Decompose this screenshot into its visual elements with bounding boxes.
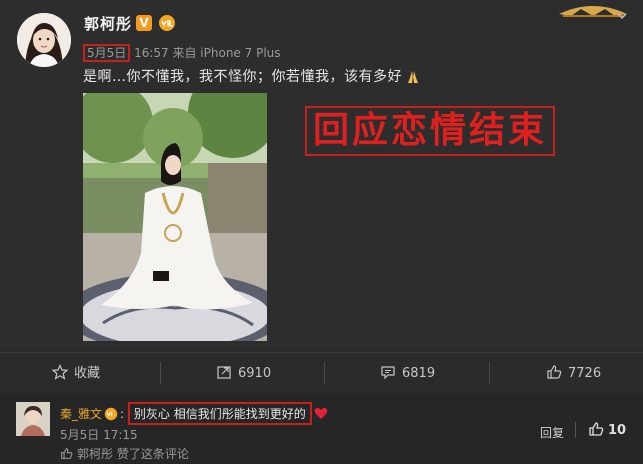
post-meta: 5月5日 16:57 来自 iPhone 7 Plus xyxy=(83,44,281,62)
reply-button[interactable]: 回复 xyxy=(540,424,564,441)
comment-like-button[interactable]: 10 xyxy=(588,421,626,438)
heart-icon xyxy=(314,408,328,419)
comment-username[interactable]: 秦_雅文 xyxy=(60,407,102,421)
comment-icon xyxy=(381,366,395,380)
divider xyxy=(489,362,490,384)
comment-avatar[interactable] xyxy=(16,402,50,436)
vip-badge-icon xyxy=(159,15,175,31)
divider xyxy=(324,362,325,384)
divider xyxy=(160,362,161,384)
comment-item: 秦_雅文: 别灰心 相信我们彤能找到更好的 5月5日 17:15 郭柯彤 赞了这… xyxy=(0,393,643,464)
favorite-label: 收藏 xyxy=(74,366,101,381)
comment-like-count: 10 xyxy=(608,423,627,438)
chevron-down-icon[interactable] xyxy=(617,11,627,21)
post-date[interactable]: 5月5日 xyxy=(83,44,131,62)
repost-count: 6910 xyxy=(238,366,272,381)
star-icon xyxy=(51,364,69,380)
post-text-content: 是啊…你不懂我，我不怪你；你若懂我，该有多好 xyxy=(83,69,402,85)
post-text: 是啊…你不懂我，我不怪你；你若懂我，该有多好 xyxy=(83,66,421,86)
pray-hands-icon xyxy=(408,71,418,83)
action-bar: 收藏 6910 6819 7726 xyxy=(0,352,643,394)
comment-liked-by: 郭柯彤 赞了这条评论 xyxy=(60,445,189,462)
comment-line: 秦_雅文: 别灰心 相信我们彤能找到更好的 xyxy=(60,402,328,425)
weibo-post: 郭柯彤 V 5月5日 16:57 来自 iPhone 7 Plus 是啊…你不懂… xyxy=(0,0,643,349)
post-photo[interactable] xyxy=(83,93,267,341)
overlay-caption: 回应恋情结束 xyxy=(305,106,556,156)
repost-icon xyxy=(217,366,231,379)
comment-count: 6819 xyxy=(402,366,436,381)
post-username[interactable]: 郭柯彤 xyxy=(84,13,132,34)
vip-badge-icon xyxy=(104,407,118,421)
divider xyxy=(575,422,576,438)
thumbs-up-icon xyxy=(547,365,562,379)
like-button[interactable]: 7726 xyxy=(546,364,601,382)
verified-badge-icon: V xyxy=(136,15,152,31)
liked-by-text: 郭柯彤 赞了这条评论 xyxy=(77,447,189,461)
comment-button[interactable]: 6819 xyxy=(380,364,435,382)
thumbs-up-icon xyxy=(589,422,604,436)
thumbs-up-icon xyxy=(61,448,73,459)
comment-time: 5月5日 17:15 xyxy=(60,428,138,442)
post-time-device: 16:57 来自 iPhone 7 Plus xyxy=(130,46,281,60)
avatar[interactable] xyxy=(17,13,71,67)
like-count: 7726 xyxy=(568,366,602,381)
favorite-button[interactable]: 收藏 xyxy=(51,364,101,382)
repost-button[interactable]: 6910 xyxy=(216,364,271,382)
comment-text: 别灰心 相信我们彤能找到更好的 xyxy=(127,402,312,425)
